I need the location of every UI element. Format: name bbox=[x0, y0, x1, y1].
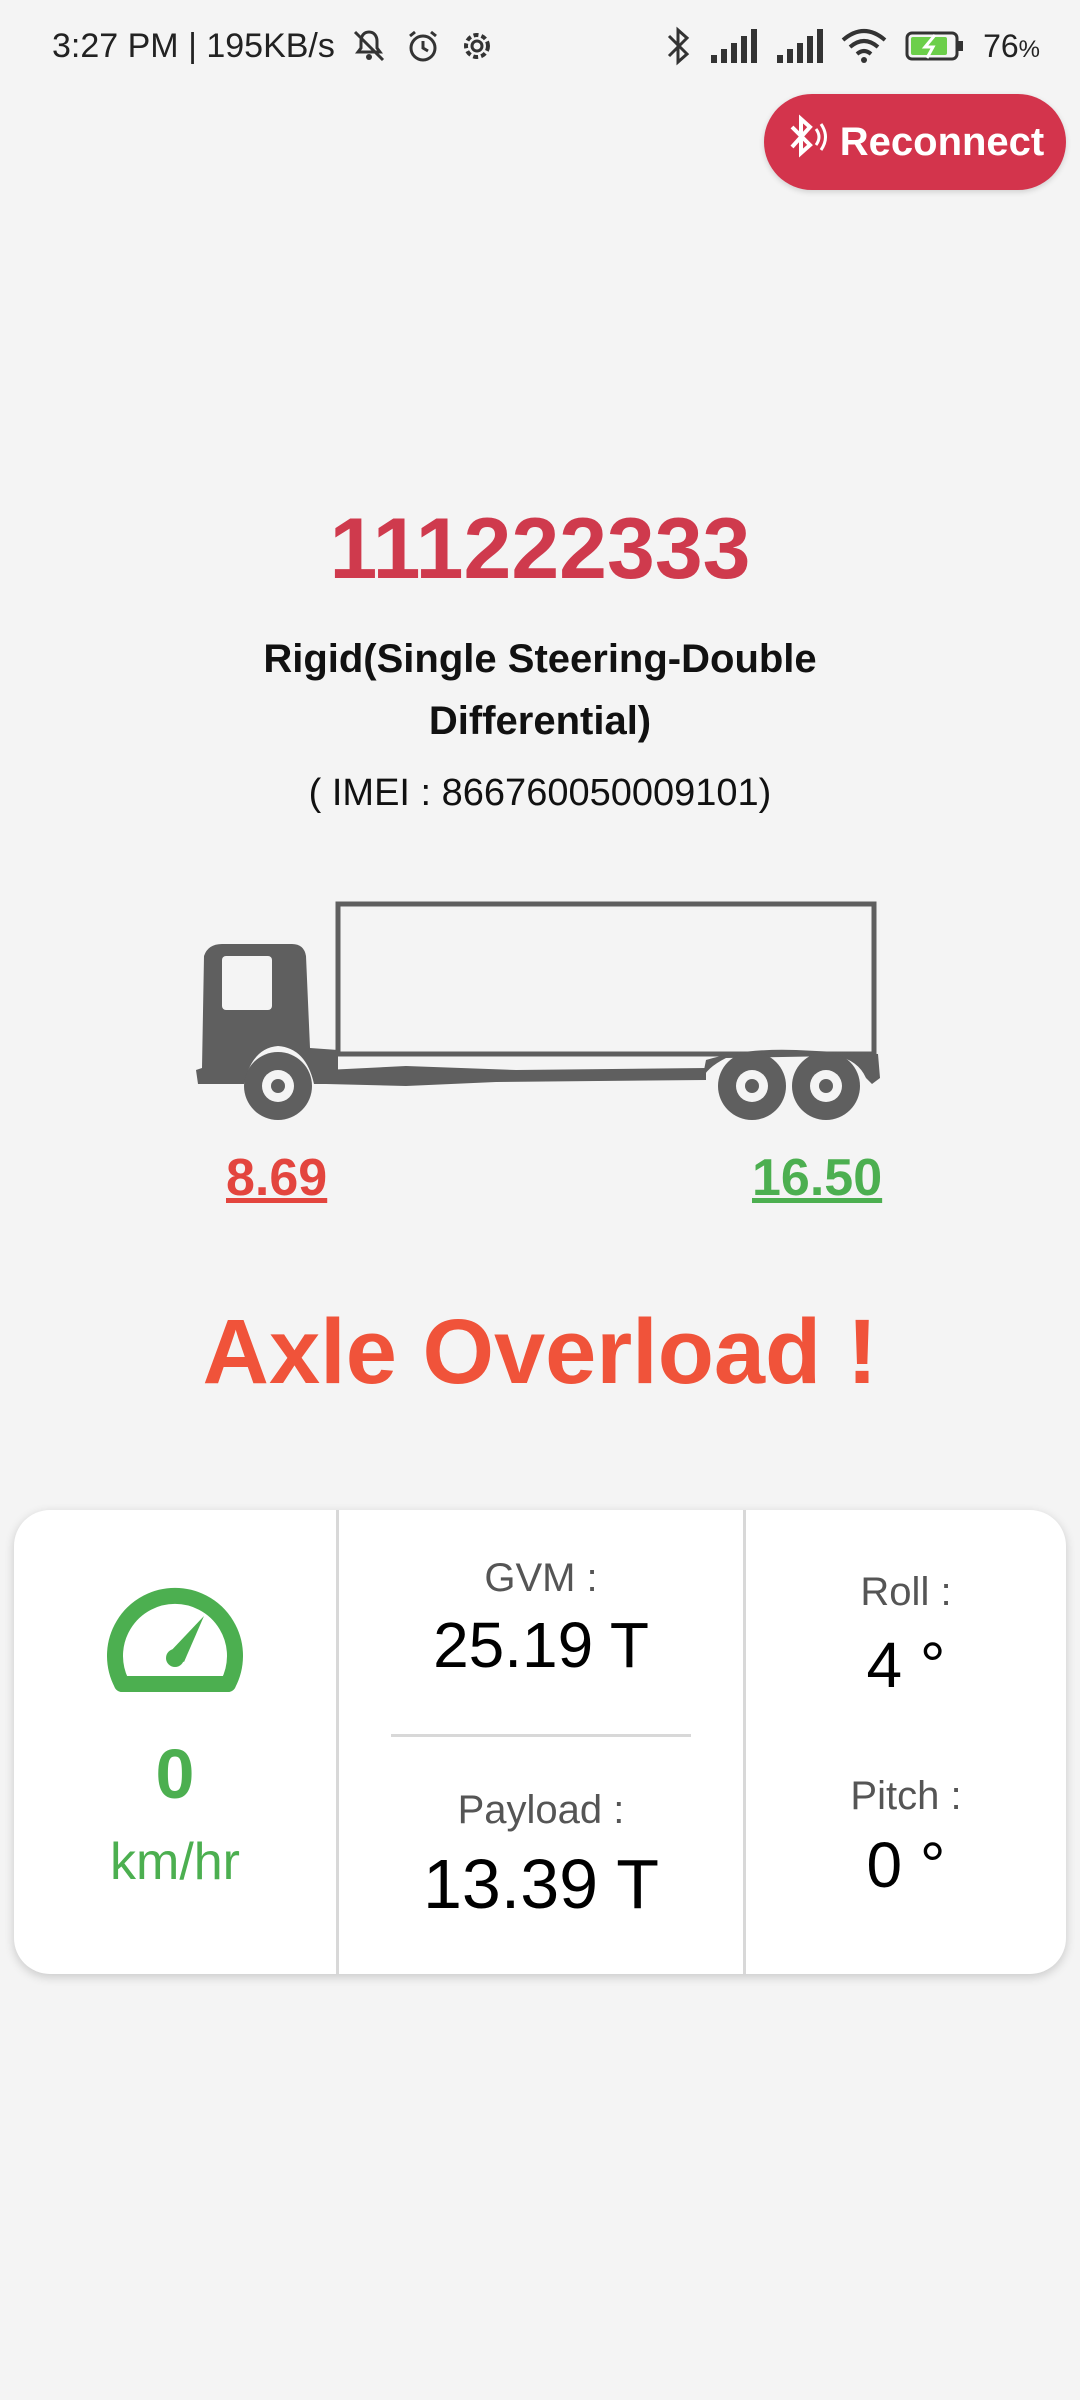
signal-icon-1 bbox=[709, 29, 758, 63]
battery-percent: 76 bbox=[983, 27, 1019, 64]
rear-axle-weight: 16.50 bbox=[752, 1149, 883, 1207]
wifi-icon bbox=[841, 28, 887, 64]
axle-overload-alert: Axle Overload ! bbox=[202, 1301, 878, 1403]
pitch-label: Pitch : bbox=[850, 1774, 962, 1818]
speed-value: 0 bbox=[155, 1735, 195, 1813]
bluetooth-connect-icon bbox=[786, 113, 830, 171]
vehicle-type: Rigid(Single Steering-Double Differentia… bbox=[263, 637, 817, 743]
vehicle-id: 111222333 bbox=[329, 501, 751, 597]
signal-icon-2 bbox=[775, 29, 824, 63]
vehicle-imei: ( IMEI : 866760050009101) bbox=[308, 772, 772, 814]
stats-card: 0 km/hr GVM : 25.19 T Payload : 13.39 T … bbox=[14, 1510, 1066, 1974]
alarm-icon bbox=[403, 26, 443, 66]
roll-value: 4 ° bbox=[866, 1629, 946, 1701]
battery-charging-icon bbox=[905, 31, 965, 61]
settings-gear-icon bbox=[457, 26, 497, 66]
payload-label: Payload : bbox=[457, 1788, 625, 1832]
gvm-label: GVM : bbox=[484, 1556, 598, 1600]
muted-bell-icon bbox=[349, 26, 389, 66]
bluetooth-icon bbox=[665, 26, 691, 66]
weight-divider bbox=[391, 1734, 691, 1737]
reconnect-label: Reconnect bbox=[839, 119, 1045, 164]
truck-illustration bbox=[186, 898, 886, 1143]
front-axle-weight: 8.69 bbox=[226, 1149, 328, 1207]
pitch-value: 0 ° bbox=[866, 1829, 946, 1901]
speedometer-icon bbox=[104, 1576, 246, 1699]
status-bar-left: 3:27 PM | 195KB/s bbox=[52, 26, 497, 66]
battery-level: 76% bbox=[983, 28, 1040, 65]
roll-label: Roll : bbox=[860, 1570, 952, 1614]
orientation-panel: Roll : 4 ° Pitch : 0 ° bbox=[746, 1510, 1066, 1974]
battery-unit: % bbox=[1018, 35, 1040, 63]
status-bar-right: 76% bbox=[665, 26, 1040, 66]
status-bar: 3:27 PM | 195KB/s 76% bbox=[0, 0, 1080, 100]
speed-panel: 0 km/hr bbox=[14, 1510, 339, 1974]
reconnect-button[interactable]: Reconnect bbox=[764, 94, 1066, 190]
weight-panel: GVM : 25.19 T Payload : 13.39 T bbox=[339, 1510, 746, 1974]
time-and-speed: 3:27 PM | 195KB/s bbox=[52, 26, 335, 65]
payload-value: 13.39 T bbox=[422, 1845, 660, 1923]
speed-unit: km/hr bbox=[110, 1833, 240, 1891]
gvm-value: 25.19 T bbox=[433, 1609, 649, 1681]
